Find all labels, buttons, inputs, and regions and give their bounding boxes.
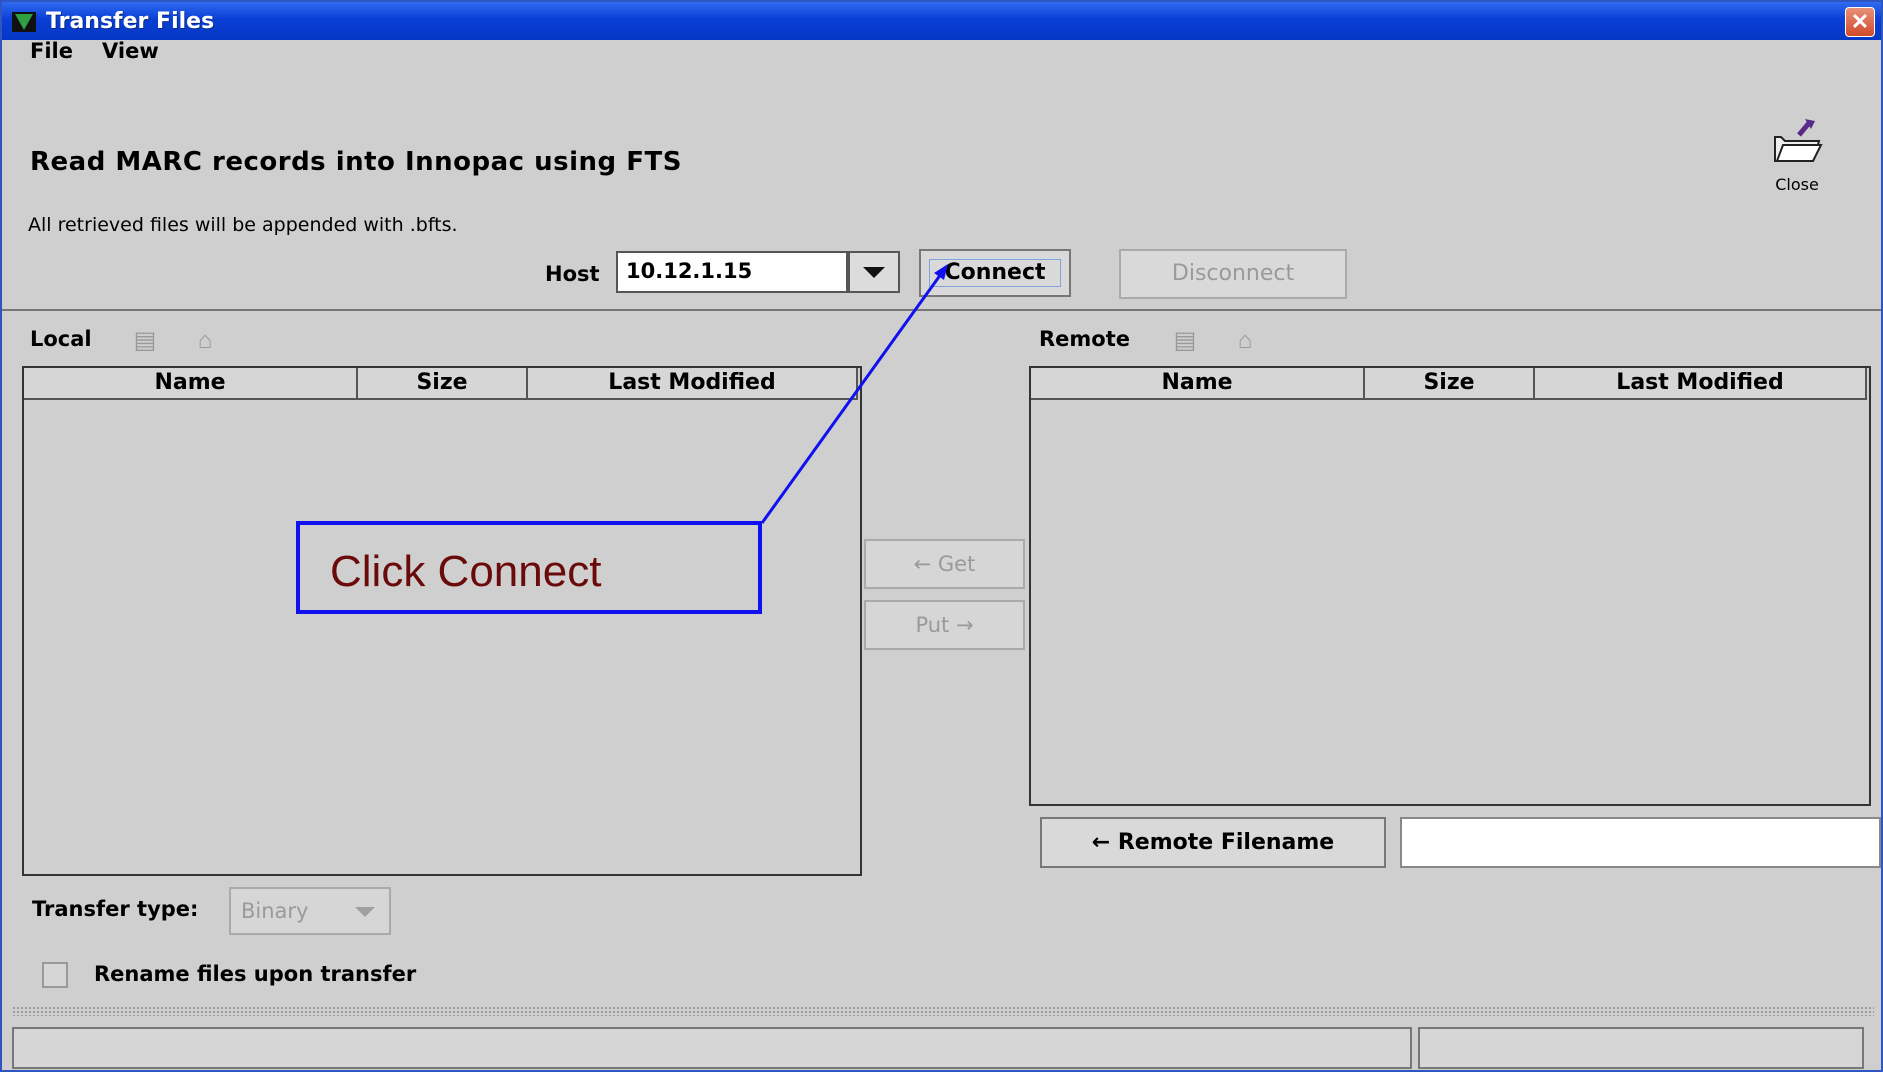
local-pane-label: Local (30, 327, 92, 351)
page-heading: Read MARC records into Innopac using FTS (30, 147, 682, 177)
folder-close-icon (1774, 119, 1823, 162)
local-home-icon[interactable]: ⌂ (190, 328, 220, 354)
transfer-type-label: Transfer type: (32, 897, 199, 921)
remote-home-icon[interactable]: ⌂ (1230, 328, 1260, 354)
get-button[interactable]: ← Get (864, 539, 1025, 589)
remote-filename-input[interactable] (1400, 817, 1881, 868)
connect-button[interactable]: Connect (919, 249, 1071, 297)
put-button[interactable]: Put → (864, 600, 1025, 650)
window-close-button[interactable]: ✕ (1845, 7, 1875, 37)
remote-up-folder-icon[interactable]: ▤ (1170, 328, 1200, 354)
local-col-last-modified[interactable]: Last Modified (528, 368, 858, 400)
remote-file-table[interactable]: Name Size Last Modified (1029, 366, 1871, 806)
host-input[interactable]: 10.12.1.15 (616, 251, 848, 293)
rename-files-label[interactable]: Rename files upon transfer (94, 962, 416, 986)
transfer-type-select[interactable]: Binary (229, 887, 391, 935)
host-label: Host (545, 262, 600, 286)
menu-view[interactable]: View (102, 39, 159, 63)
menu-file[interactable]: File (30, 39, 73, 63)
transfer-files-window: Transfer Files ✕ File View Read MARC rec… (0, 0, 1883, 1072)
close-tool-button[interactable]: Close (1762, 117, 1832, 197)
status-bar-right (1418, 1027, 1864, 1069)
title-bar: Transfer Files ✕ (2, 2, 1881, 40)
remote-filename-button[interactable]: ← Remote Filename (1040, 817, 1386, 868)
remote-pane-label: Remote (1039, 327, 1131, 351)
rename-files-checkbox[interactable] (42, 962, 68, 988)
close-tool-label: Close (1775, 175, 1819, 194)
app-icon (12, 12, 36, 32)
resize-grip-strip[interactable] (12, 1006, 1874, 1016)
status-bar-left (12, 1027, 1412, 1069)
remote-col-name[interactable]: Name (1031, 368, 1365, 400)
header-divider (2, 309, 1881, 311)
local-file-table[interactable]: Name Size Last Modified (22, 366, 862, 876)
callout-text: Click Connect (330, 547, 602, 596)
remote-col-last-modified[interactable]: Last Modified (1535, 368, 1867, 400)
local-col-size[interactable]: Size (358, 368, 528, 400)
connect-focus-ring (929, 259, 1061, 287)
disconnect-button[interactable]: Disconnect (1119, 249, 1347, 299)
menu-bar (2, 40, 1881, 74)
append-note: All retrieved files will be appended wit… (28, 214, 458, 236)
window-title: Transfer Files (46, 9, 215, 34)
remote-col-size[interactable]: Size (1365, 368, 1535, 400)
local-col-name[interactable]: Name (24, 368, 358, 400)
local-up-folder-icon[interactable]: ▤ (130, 328, 160, 354)
click-connect-callout: Click Connect (296, 521, 762, 614)
host-dropdown-button[interactable] (848, 251, 900, 293)
